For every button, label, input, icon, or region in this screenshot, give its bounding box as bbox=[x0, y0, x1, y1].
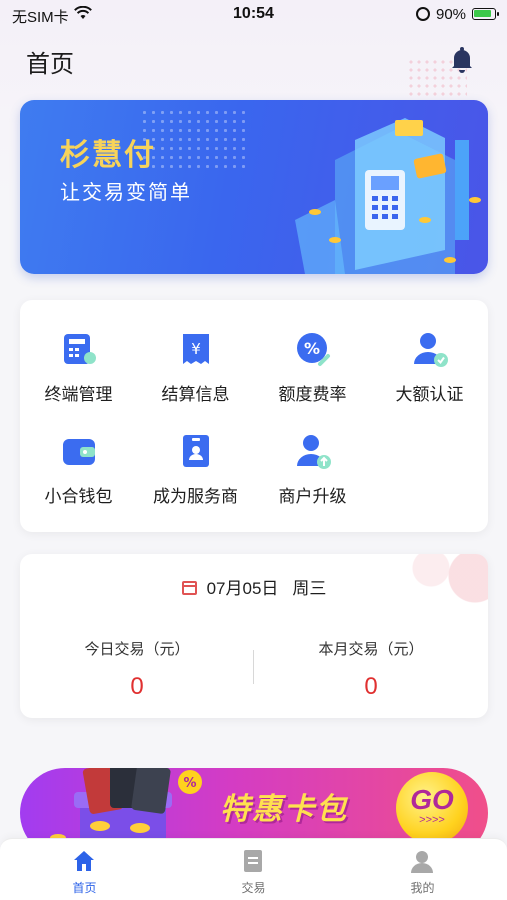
status-bar: 无SIM卡 10:54 90% bbox=[0, 0, 507, 30]
transaction-icon bbox=[244, 850, 262, 872]
profile-icon bbox=[411, 851, 433, 873]
feature-label: 商户升级 bbox=[278, 487, 347, 506]
date-text: 07月05日 bbox=[206, 579, 279, 598]
date-row: 07月05日 周三 bbox=[20, 574, 488, 599]
hero-banner[interactable]: 杉慧付 让交易变简单 bbox=[20, 100, 488, 274]
calendar-icon bbox=[181, 581, 197, 595]
promo-go-button[interactable]: GO >>>> bbox=[396, 772, 468, 844]
battery-icon bbox=[472, 8, 499, 20]
rate-icon: % bbox=[297, 333, 330, 366]
banner-title: 杉慧付 bbox=[60, 139, 156, 172]
feature-grid: 终端管理 ¥ 结算信息 % 额度费率 大额认证 小合钱包 成为服务商 商户升级 bbox=[20, 300, 488, 532]
month-transactions[interactable]: 本月交易（元） 0 bbox=[254, 638, 488, 701]
feature-rate[interactable]: % 额度费率 bbox=[254, 300, 371, 404]
svg-text:¥: ¥ bbox=[191, 340, 201, 358]
terminal-icon bbox=[64, 334, 96, 364]
feature-merchant-upgrade[interactable]: 商户升级 bbox=[254, 402, 371, 506]
battery-percentage: 90% bbox=[436, 6, 467, 23]
transaction-stats-card: 07月05日 周三 今日交易（元） 0 本月交易（元） 0 bbox=[20, 554, 488, 718]
banner-subtitle: 让交易变简单 bbox=[60, 182, 192, 204]
verify-user-icon bbox=[414, 333, 448, 367]
go-label: GO bbox=[410, 784, 454, 815]
feature-label: 小合钱包 bbox=[44, 487, 113, 506]
bottom-tab-bar: 首页 交易 我的 bbox=[0, 838, 507, 900]
feature-wallet[interactable]: 小合钱包 bbox=[20, 402, 137, 506]
month-transactions-label: 本月交易（元） bbox=[318, 641, 424, 658]
svg-text:%: % bbox=[304, 339, 320, 358]
month-transactions-value: 0 bbox=[364, 673, 378, 700]
svg-text:%: % bbox=[183, 776, 196, 791]
orientation-lock-icon bbox=[416, 7, 430, 21]
settlement-icon: ¥ bbox=[183, 334, 209, 364]
feature-settlement-info[interactable]: ¥ 结算信息 bbox=[137, 300, 254, 404]
weekday-text: 周三 bbox=[292, 579, 327, 598]
tab-transactions[interactable]: 交易 bbox=[169, 845, 338, 897]
today-transactions-label: 今日交易（元） bbox=[84, 641, 190, 658]
tab-home[interactable]: 首页 bbox=[0, 845, 169, 897]
promo-title: 特惠卡包 bbox=[220, 793, 348, 826]
clock-time: 10:54 bbox=[233, 5, 274, 22]
payment-terminal-illustration bbox=[295, 118, 481, 274]
go-arrows: >>>> bbox=[419, 814, 445, 826]
tab-label: 我的 bbox=[410, 881, 435, 895]
feature-terminal-management[interactable]: 终端管理 bbox=[20, 300, 137, 404]
bell-icon[interactable] bbox=[450, 46, 474, 74]
tab-label: 首页 bbox=[72, 881, 97, 895]
feature-label: 大额认证 bbox=[395, 385, 464, 404]
wallet-icon bbox=[63, 439, 95, 465]
banner-dots-decoration bbox=[140, 108, 250, 168]
tab-label: 交易 bbox=[241, 881, 266, 895]
provider-card-icon bbox=[183, 435, 209, 467]
upgrade-user-icon bbox=[297, 435, 331, 469]
home-icon bbox=[74, 851, 94, 871]
today-transactions-value: 0 bbox=[130, 673, 144, 700]
today-transactions[interactable]: 今日交易（元） 0 bbox=[20, 638, 254, 701]
feature-large-verification[interactable]: 大额认证 bbox=[371, 300, 488, 404]
tab-profile[interactable]: 我的 bbox=[338, 845, 507, 897]
feature-label: 成为服务商 bbox=[153, 487, 238, 506]
feature-become-provider[interactable]: 成为服务商 bbox=[137, 402, 254, 506]
page-title: 首页 bbox=[26, 51, 74, 78]
